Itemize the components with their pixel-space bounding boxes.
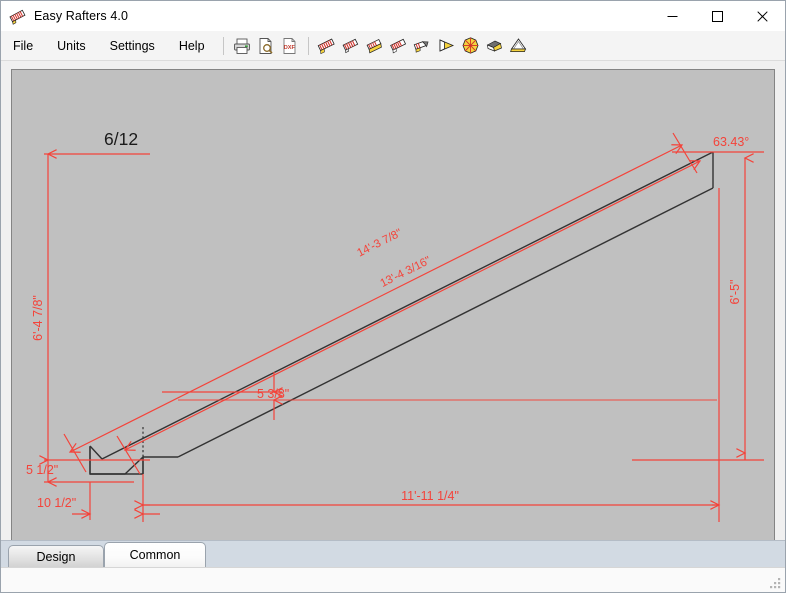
common-rafter-button[interactable] [316, 35, 338, 57]
resize-grip[interactable] [768, 576, 782, 590]
menu-units[interactable]: Units [47, 35, 95, 57]
ridge-beam-button[interactable] [484, 35, 506, 57]
rafter-drawing: 6/12 6'-4 7/8" 5 1/2" 10 1/2" 14'-3 7/8"… [26, 129, 764, 522]
tab-common[interactable]: Common [104, 542, 206, 567]
print-preview-icon [259, 37, 273, 54]
status-bar [1, 567, 785, 592]
maximize-icon [712, 10, 723, 22]
bottom-run-label: 11'-11 1/4" [401, 489, 459, 503]
upper-diagonal-label: 14'-3 7/8" [355, 227, 404, 259]
title-bar: Easy Rafters 4.0 [1, 1, 785, 31]
valley-rafter-icon [366, 38, 382, 54]
common-rafter-icon [317, 38, 335, 55]
ridge-beam-icon [486, 40, 502, 52]
dxf-export-icon: DXF [283, 37, 295, 54]
print-preview-button[interactable] [255, 35, 277, 57]
close-button[interactable] [740, 1, 785, 31]
lower-diagonal-label: 13'-4 3/16" [378, 255, 432, 290]
dxf-export-button[interactable]: DXF [279, 35, 301, 57]
diag-tick-5 [63, 433, 87, 473]
heel-height-label: 5 1/2" [26, 463, 58, 477]
wedge-button[interactable] [436, 35, 458, 57]
rafter-icon [9, 9, 26, 25]
window-title: Easy Rafters 4.0 [34, 9, 129, 23]
drawing-canvas[interactable]: 6/12 6'-4 7/8" 5 1/2" 10 1/2" 14'-3 7/8"… [11, 69, 775, 553]
toolbar-separator [222, 36, 224, 55]
client-area: 6/12 6'-4 7/8" 5 1/2" 10 1/2" 14'-3 7/8"… [1, 61, 785, 553]
valley-rafter-button[interactable] [364, 35, 386, 57]
wedge-icon [439, 39, 455, 52]
rafter-cut-icon [413, 41, 429, 53]
lower-diagonal-dim-line [123, 160, 702, 451]
pitch-label: 6/12 [104, 129, 138, 149]
print-icon [233, 38, 250, 54]
hip-rafter-button[interactable] [340, 35, 362, 57]
dimension-lines [39, 132, 764, 522]
tab-strip: Design Common [1, 540, 785, 567]
print-button[interactable] [231, 35, 253, 57]
tail-run-label: 10 1/2" [37, 496, 76, 510]
polygon-roof-icon [462, 37, 479, 54]
right-rise-label: 6'-5" [728, 280, 742, 305]
rafter-cut-button[interactable] [412, 35, 434, 57]
hip-rafter-icon [342, 38, 359, 54]
left-rise-label: 6'-4 7/8" [31, 295, 45, 341]
minimize-icon [667, 15, 678, 17]
svg-text:DXF: DXF [283, 44, 295, 50]
ridge-angle-label: 63.43° [713, 135, 749, 149]
jack-rafter-button[interactable] [388, 35, 410, 57]
menu-settings[interactable]: Settings [100, 35, 165, 57]
stack-button[interactable] [508, 35, 530, 57]
close-icon [757, 10, 768, 22]
upper-diagonal-dim-line [68, 144, 684, 453]
jack-rafter-icon [390, 38, 407, 54]
maximize-button[interactable] [695, 1, 740, 31]
toolbar-separator-2 [307, 36, 309, 55]
menu-toolbar-strip: File Units Settings Help DXF [1, 31, 785, 61]
plumb-offset-label: 5 3/8" [257, 387, 289, 401]
menu-file[interactable]: File [3, 35, 43, 57]
polygon-roof-button[interactable] [460, 35, 482, 57]
stack-icon [510, 38, 527, 52]
rafter-outline [89, 151, 714, 475]
application-window: Easy Rafters 4.0 File Units Settings Hel… [0, 0, 786, 593]
tab-common-label: Common [129, 548, 181, 562]
tab-design[interactable]: Design [8, 545, 104, 567]
minimize-button[interactable] [650, 1, 695, 31]
tab-design-label: Design [36, 549, 76, 564]
dimension-labels: 6/12 6'-4 7/8" 5 1/2" 10 1/2" 14'-3 7/8"… [26, 129, 749, 510]
window-controls [650, 1, 785, 31]
menu-help[interactable]: Help [169, 35, 215, 57]
